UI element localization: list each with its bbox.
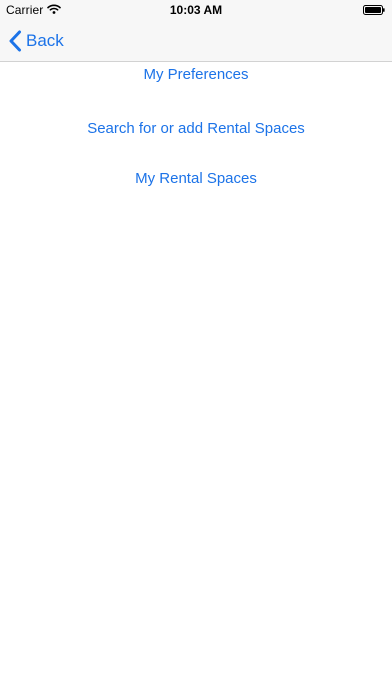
screen: Carrier 10:03 AM Back My Preferences Sea… [0, 0, 392, 696]
back-label: Back [26, 31, 64, 50]
status-time: 10:03 AM [169, 3, 223, 17]
navigation-bar: Back [0, 20, 392, 61]
my-rental-spaces-link[interactable]: My Rental Spaces [0, 167, 392, 191]
my-preferences-link[interactable]: My Preferences [0, 63, 392, 87]
chevron-left-icon [9, 30, 21, 52]
search-rental-spaces-link[interactable]: Search for or add Rental Spaces [0, 117, 392, 141]
status-bar: Carrier 10:03 AM [0, 0, 392, 20]
top-bar: Carrier 10:03 AM Back [0, 0, 392, 62]
battery-icon [363, 5, 385, 15]
back-button[interactable]: Back [8, 28, 64, 54]
